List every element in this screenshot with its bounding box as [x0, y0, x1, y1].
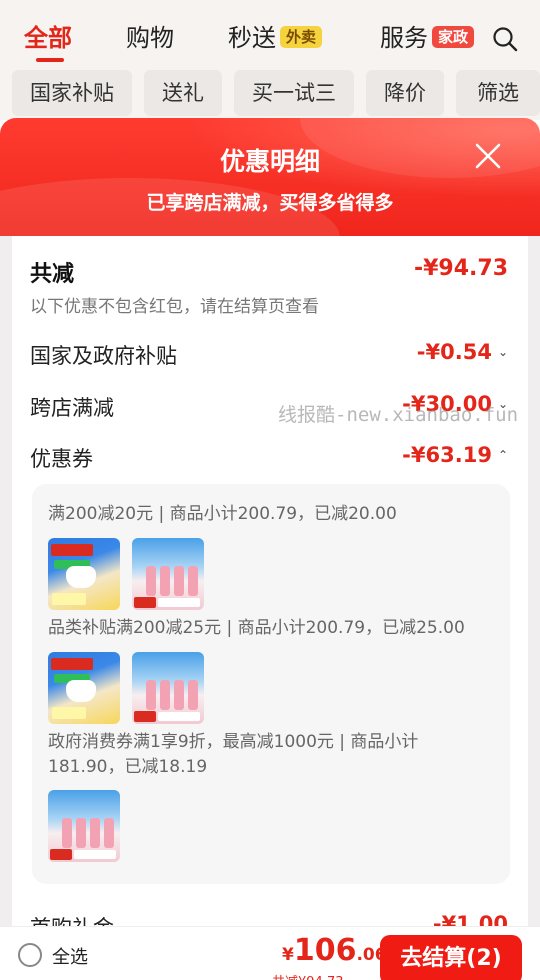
tab-shopping[interactable]: 购物 — [126, 20, 174, 56]
product-thumbnail-mask[interactable] — [48, 652, 120, 724]
close-icon[interactable] — [474, 142, 502, 170]
coupon-detail-3-line2: 181.90，已减18.19 — [48, 757, 208, 777]
discount-sheet-header: 优惠明细 已享跨店满减，买得多省得多 — [0, 118, 540, 236]
coupon-value: -¥63.19 — [402, 443, 492, 467]
select-all-label[interactable]: 全选 — [52, 943, 88, 969]
row-gov-subsidy-amount[interactable]: -¥0.54 ⌄ — [417, 340, 508, 364]
coupon-detail-1: 满200减20元 | 商品小计200.79，已减20.00 — [48, 504, 397, 524]
select-all-checkbox[interactable] — [18, 943, 42, 967]
filter-chips: 国家补贴 送礼 买一试三 降价 筛选 — [0, 66, 540, 120]
product-thumbnail-laundry[interactable] — [48, 790, 120, 862]
chip-filter[interactable]: 筛选 — [456, 70, 540, 116]
total-price: ¥106.06 — [282, 933, 387, 968]
active-tab-indicator — [36, 58, 64, 62]
chip-national-subsidy[interactable]: 国家补贴 — [12, 70, 132, 116]
tab-flash-delivery[interactable]: 秒送 外卖 — [228, 20, 323, 56]
coupon-detail-3-line1: 政府消费券满1享9折，最高减1000元 | 商品小计 — [48, 732, 419, 752]
chevron-up-icon: ⌃ — [497, 448, 508, 462]
total-discount-label: 共减 — [30, 262, 75, 287]
takeout-badge: 外卖 — [280, 26, 323, 48]
product-thumbnail-laundry[interactable] — [132, 652, 204, 724]
chevron-down-icon: ⌄ — [497, 345, 508, 359]
row-coupon-amount[interactable]: -¥63.19 ⌃ — [402, 443, 508, 467]
row-cross-store-label[interactable]: 跨店满减 — [30, 392, 114, 422]
sheet-subtitle: 已享跨店满减，买得多省得多 — [146, 192, 394, 214]
total-discount-amount: -¥94.73 — [413, 256, 508, 281]
chip-price-drop[interactable]: 降价 — [366, 70, 444, 116]
tab-flash-label: 秒送 — [228, 24, 276, 52]
housekeeping-badge: 家政 — [432, 26, 475, 48]
chip-gift[interactable]: 送礼 — [144, 70, 222, 116]
search-icon[interactable] — [492, 26, 518, 52]
tab-service[interactable]: 服务 家政 — [380, 20, 478, 56]
tab-service-label: 服务 — [380, 24, 428, 52]
top-nav: 全部 购物 秒送 外卖 服务 家政 — [0, 0, 540, 66]
price-integer: 106 — [293, 933, 357, 968]
product-thumbnail-laundry[interactable] — [132, 538, 204, 610]
currency-symbol: ¥ — [282, 945, 294, 965]
watermark: 线报酷-new.xianbao.fun — [278, 404, 519, 426]
discount-note: 以下优惠不包含红包，请在结算页查看 — [30, 297, 319, 317]
product-thumbnail-mask[interactable] — [48, 538, 120, 610]
row-gov-subsidy-label[interactable]: 国家及政府补贴 — [30, 340, 177, 370]
saved-amount[interactable]: 共减¥94.73 — [272, 971, 344, 980]
coupon-detail-2: 品类补贴满200减25元 | 商品小计200.79，已减25.00 — [48, 618, 465, 638]
row-coupon-label[interactable]: 优惠券 — [30, 443, 93, 473]
checkout-bar: 全选 ¥106.06 共减¥94.73 去结算(2) — [0, 926, 540, 980]
tab-all[interactable]: 全部 — [24, 20, 72, 56]
checkout-button[interactable]: 去结算(2) — [380, 935, 522, 980]
sheet-title: 优惠明细 — [219, 147, 320, 176]
gov-subsidy-value: -¥0.54 — [416, 340, 492, 364]
chip-buy-one-try-three[interactable]: 买一试三 — [234, 70, 354, 116]
